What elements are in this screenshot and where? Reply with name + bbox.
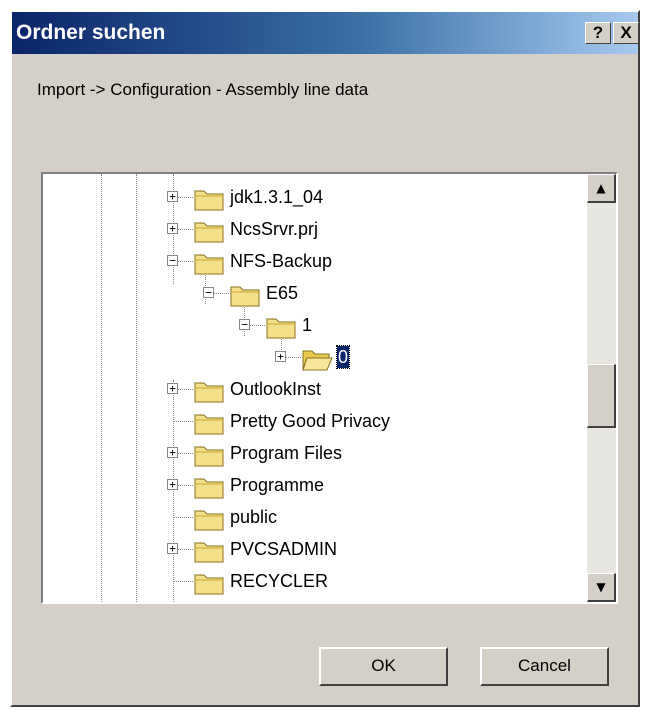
folder-icon [193, 473, 225, 499]
tree-item[interactable]: RECYCLER [43, 568, 583, 596]
tree-item-label[interactable]: RECYCLER [229, 570, 329, 592]
folder-icon [193, 441, 225, 467]
expand-icon[interactable]: + [167, 543, 178, 554]
tree-item[interactable]: Pretty Good Privacy [43, 408, 583, 436]
expand-icon[interactable]: + [167, 447, 178, 458]
folder-icon [193, 505, 225, 531]
folder-icon [193, 249, 225, 275]
folder-icon [193, 409, 225, 435]
vertical-scrollbar[interactable]: ▲ ▼ [587, 174, 616, 602]
collapse-icon[interactable]: − [167, 255, 178, 266]
folder-icon [193, 569, 225, 595]
folder-icon [193, 185, 225, 211]
ok-button[interactable]: OK [319, 647, 448, 686]
title-bar[interactable]: Ordner suchen ? X [12, 12, 639, 54]
collapse-icon[interactable]: − [203, 287, 214, 298]
tree-item[interactable]: + Programme [43, 472, 583, 500]
folder-icon [193, 537, 225, 563]
tree-item-label[interactable]: OutlookInst [229, 378, 322, 400]
dialog-description: Import -> Configuration - Assembly line … [37, 80, 369, 99]
expand-icon[interactable]: + [167, 223, 178, 234]
tree-item[interactable]: + Program Files [43, 440, 583, 468]
tree-item-label[interactable]: jdk1.3.1_04 [229, 186, 324, 208]
tree-item[interactable]: − E65 [43, 280, 583, 308]
close-button[interactable]: X [613, 22, 639, 44]
folder-icon [193, 217, 225, 243]
expand-icon[interactable]: + [167, 479, 178, 490]
cancel-button[interactable]: Cancel [480, 647, 609, 686]
tree-item-label[interactable]: public [229, 506, 278, 528]
scroll-thumb[interactable] [587, 364, 616, 428]
tree-item-label[interactable]: Pretty Good Privacy [229, 410, 391, 432]
tree-item[interactable]: −1 [43, 312, 583, 340]
tree-item[interactable]: SP2_de [43, 600, 583, 604]
tree-item[interactable]: public [43, 504, 583, 532]
tree-item-label[interactable]: SP2_de [229, 602, 295, 604]
folder-icon [193, 377, 225, 403]
folder-icon [193, 601, 225, 602]
folder-tree[interactable]: + jdk1.3.1_04 + NcsSrvr.prj − NFS-Backup − E65−… [41, 172, 618, 604]
tree-item-label[interactable]: 0 [335, 345, 351, 369]
tree-item-label[interactable]: PVCSADMIN [229, 538, 338, 560]
tree-connector [173, 517, 193, 518]
tree-item[interactable]: + NcsSrvr.prj [43, 216, 583, 244]
tree-item[interactable]: − NFS-Backup [43, 248, 583, 276]
tree-item-label[interactable]: NFS-Backup [229, 250, 333, 272]
window-title: Ordner suchen [16, 21, 166, 44]
tree-item-label[interactable]: Programme [229, 474, 325, 496]
tree-item-label[interactable]: Program Files [229, 442, 343, 464]
expand-icon[interactable]: + [167, 191, 178, 202]
expand-icon[interactable]: + [275, 351, 286, 362]
collapse-icon[interactable]: − [239, 319, 250, 330]
scroll-up-icon[interactable]: ▲ [587, 174, 616, 203]
tree-item-label[interactable]: E65 [265, 282, 299, 304]
tree-connector [173, 421, 193, 422]
tree-connector [173, 581, 193, 582]
tree-item[interactable]: + PVCSADMIN [43, 536, 583, 564]
tree-item[interactable]: +0 [43, 344, 583, 372]
open-folder-icon [301, 345, 333, 371]
tree-item-label[interactable]: NcsSrvr.prj [229, 218, 319, 240]
expand-icon[interactable]: + [167, 383, 178, 394]
folder-icon [265, 313, 297, 339]
tree-item-label[interactable]: 1 [301, 314, 313, 336]
tree-item[interactable]: + OutlookInst [43, 376, 583, 404]
folder-icon [229, 281, 261, 307]
help-button[interactable]: ? [585, 22, 611, 44]
scroll-down-icon[interactable]: ▼ [587, 573, 616, 602]
tree-item[interactable]: + jdk1.3.1_04 [43, 184, 583, 212]
folder-browse-dialog: Ordner suchen ? X Import -> Configuratio… [10, 10, 640, 707]
